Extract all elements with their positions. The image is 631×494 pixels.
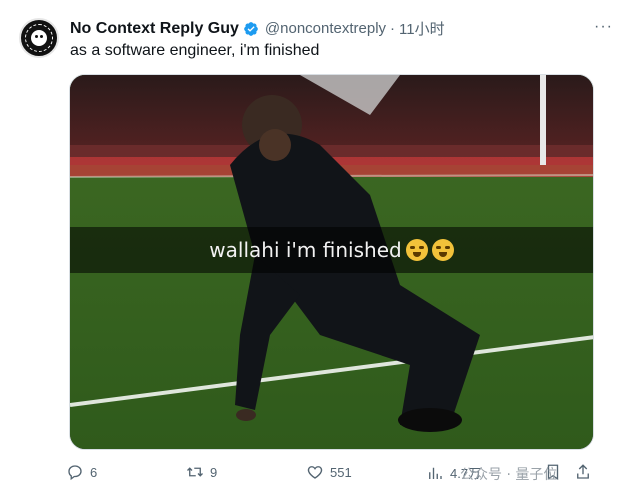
like-count: 551 <box>330 464 352 480</box>
reply-icon <box>68 465 82 481</box>
retweet-icon <box>187 467 203 477</box>
retweet-count: 9 <box>210 464 218 480</box>
reply-button[interactable]: 6 <box>66 463 97 481</box>
tweet-header: No Context Reply Guy @noncontextreply · … <box>70 18 445 39</box>
more-options-icon[interactable]: ··· <box>594 18 613 36</box>
retweet-button[interactable]: 9 <box>186 463 217 481</box>
crying-face-icon <box>405 239 428 261</box>
verified-badge-icon <box>244 21 258 36</box>
avatar[interactable] <box>19 18 59 58</box>
display-name[interactable]: No Context Reply Guy <box>70 20 239 38</box>
watermark: 公众号 · 量子位 <box>460 467 558 483</box>
reply-count: 6 <box>90 464 98 480</box>
views-chart-icon <box>429 467 442 479</box>
handle[interactable]: @noncontextreply <box>265 20 386 37</box>
heart-icon <box>307 466 323 479</box>
timestamp[interactable]: 11小时 <box>399 18 445 39</box>
smiley-face-icon <box>24 23 54 53</box>
tweet-text: as a software engineer, i'm finished <box>70 42 320 59</box>
caption-bar: wallahi i'm finished <box>70 227 593 273</box>
crying-face-icon <box>431 239 454 261</box>
tweet-media-image[interactable]: wallahi i'm finished <box>69 74 594 450</box>
share-icon[interactable] <box>574 463 592 481</box>
separator: · <box>390 20 396 37</box>
like-button[interactable]: 551 <box>306 463 352 481</box>
caption-text: wallahi i'm finished <box>209 238 402 262</box>
